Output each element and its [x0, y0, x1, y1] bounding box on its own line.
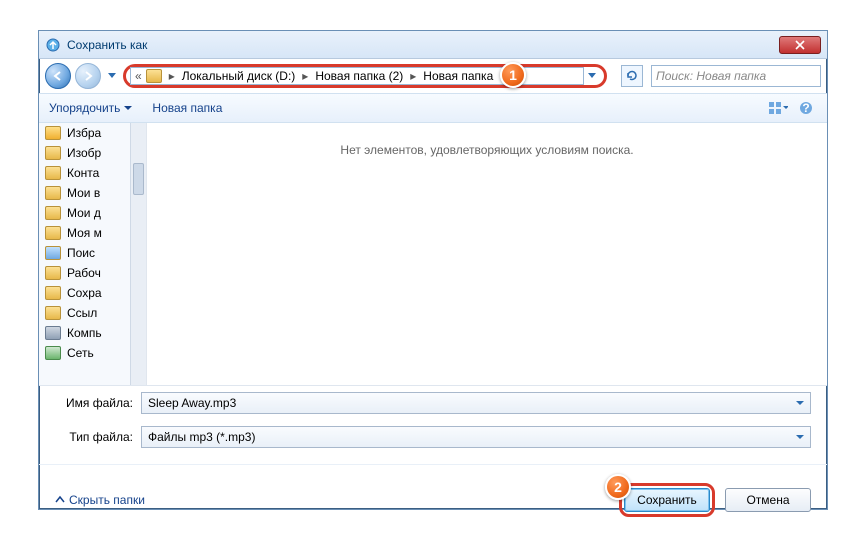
save-as-dialog: Сохранить как « ▸ Локальный диск (D:) ▸ …: [38, 30, 828, 510]
app-icon: [45, 37, 61, 53]
refresh-icon: [625, 69, 639, 83]
svg-text:?: ?: [802, 101, 809, 115]
nav-history-dropdown[interactable]: [105, 63, 119, 89]
refresh-button[interactable]: [621, 65, 643, 87]
address-dropdown[interactable]: [584, 73, 600, 79]
nav-sidebar: Избра Изобр Конта Мои в Мои д Моя м Поис…: [39, 123, 147, 385]
folder-icon: [146, 69, 162, 83]
back-button[interactable]: [45, 63, 71, 89]
address-bar-highlight: « ▸ Локальный диск (D:) ▸ Новая папка (2…: [123, 64, 607, 88]
network-icon: [45, 346, 61, 360]
chevron-down-icon: [124, 106, 132, 111]
chevron-down-icon: [783, 106, 788, 110]
chevron-up-icon: [55, 495, 65, 505]
cancel-button[interactable]: Отмена: [725, 488, 811, 512]
view-icon: [768, 101, 783, 115]
titlebar: Сохранить как: [39, 31, 827, 59]
view-options-button[interactable]: [767, 98, 789, 118]
folder-icon: [45, 226, 61, 240]
dialog-title: Сохранить как: [67, 38, 147, 52]
breadcrumb-segment[interactable]: Локальный диск (D:): [182, 69, 296, 83]
new-folder-button[interactable]: Новая папка: [152, 101, 222, 115]
dialog-body: Избра Изобр Конта Мои в Мои д Моя м Поис…: [39, 123, 827, 385]
arrow-left-icon: [52, 70, 64, 82]
search-icon: [45, 246, 61, 260]
hide-folders-link[interactable]: Скрыть папки: [55, 493, 145, 507]
filetype-label: Тип файла:: [55, 430, 133, 444]
breadcrumb-segment[interactable]: Новая папка: [423, 69, 493, 83]
help-button[interactable]: ?: [795, 98, 817, 118]
save-button-highlight: Сохранить: [619, 483, 715, 517]
breadcrumb-overflow[interactable]: «: [135, 69, 142, 83]
breadcrumb-segment[interactable]: Новая папка (2): [315, 69, 403, 83]
folder-icon: [45, 146, 61, 160]
filetype-select[interactable]: Файлы mp3 (*.mp3): [141, 426, 811, 448]
search-input[interactable]: Поиск: Новая папка: [651, 65, 821, 87]
dialog-footer: Скрыть папки Сохранить Отмена: [39, 464, 827, 527]
filename-label: Имя файла:: [55, 396, 133, 410]
filename-input[interactable]: Sleep Away.mp3: [141, 392, 811, 414]
file-list-area: Нет элементов, удовлетворяющих условиям …: [147, 123, 827, 385]
folder-icon: [45, 186, 61, 200]
chevron-down-icon: [796, 401, 804, 406]
star-icon: [45, 126, 61, 140]
empty-message: Нет элементов, удовлетворяющих условиям …: [340, 143, 633, 385]
close-icon: [795, 40, 805, 50]
toolbar: Упорядочить Новая папка ?: [39, 93, 827, 123]
annotation-badge-2: 2: [605, 474, 631, 500]
close-button[interactable]: [779, 36, 821, 54]
folder-icon: [45, 166, 61, 180]
save-button[interactable]: Сохранить: [624, 488, 710, 512]
organize-menu[interactable]: Упорядочить: [49, 101, 132, 115]
help-icon: ?: [799, 101, 813, 115]
folder-icon: [45, 286, 61, 300]
nav-row: « ▸ Локальный диск (D:) ▸ Новая папка (2…: [39, 59, 827, 93]
arrow-right-icon: [82, 70, 94, 82]
filename-dropdown[interactable]: [792, 395, 808, 411]
chevron-right-icon: ▸: [166, 69, 178, 83]
sidebar-scrollbar[interactable]: [130, 123, 146, 385]
chevron-down-icon: [588, 73, 596, 79]
forward-button[interactable]: [75, 63, 101, 89]
chevron-down-icon: [108, 73, 116, 79]
folder-icon: [45, 206, 61, 220]
annotation-badge-1: 1: [500, 62, 526, 88]
chevron-right-icon: ▸: [299, 69, 311, 83]
search-placeholder: Поиск: Новая папка: [656, 69, 766, 83]
chevron-down-icon: [796, 435, 804, 440]
chevron-right-icon: ▸: [407, 69, 419, 83]
computer-icon: [45, 326, 61, 340]
filetype-row: Тип файла: Файлы mp3 (*.mp3): [39, 420, 827, 454]
folder-icon: [45, 306, 61, 320]
folder-icon: [45, 266, 61, 280]
filename-row: Имя файла: Sleep Away.mp3: [39, 386, 827, 420]
filetype-dropdown[interactable]: [792, 429, 808, 445]
